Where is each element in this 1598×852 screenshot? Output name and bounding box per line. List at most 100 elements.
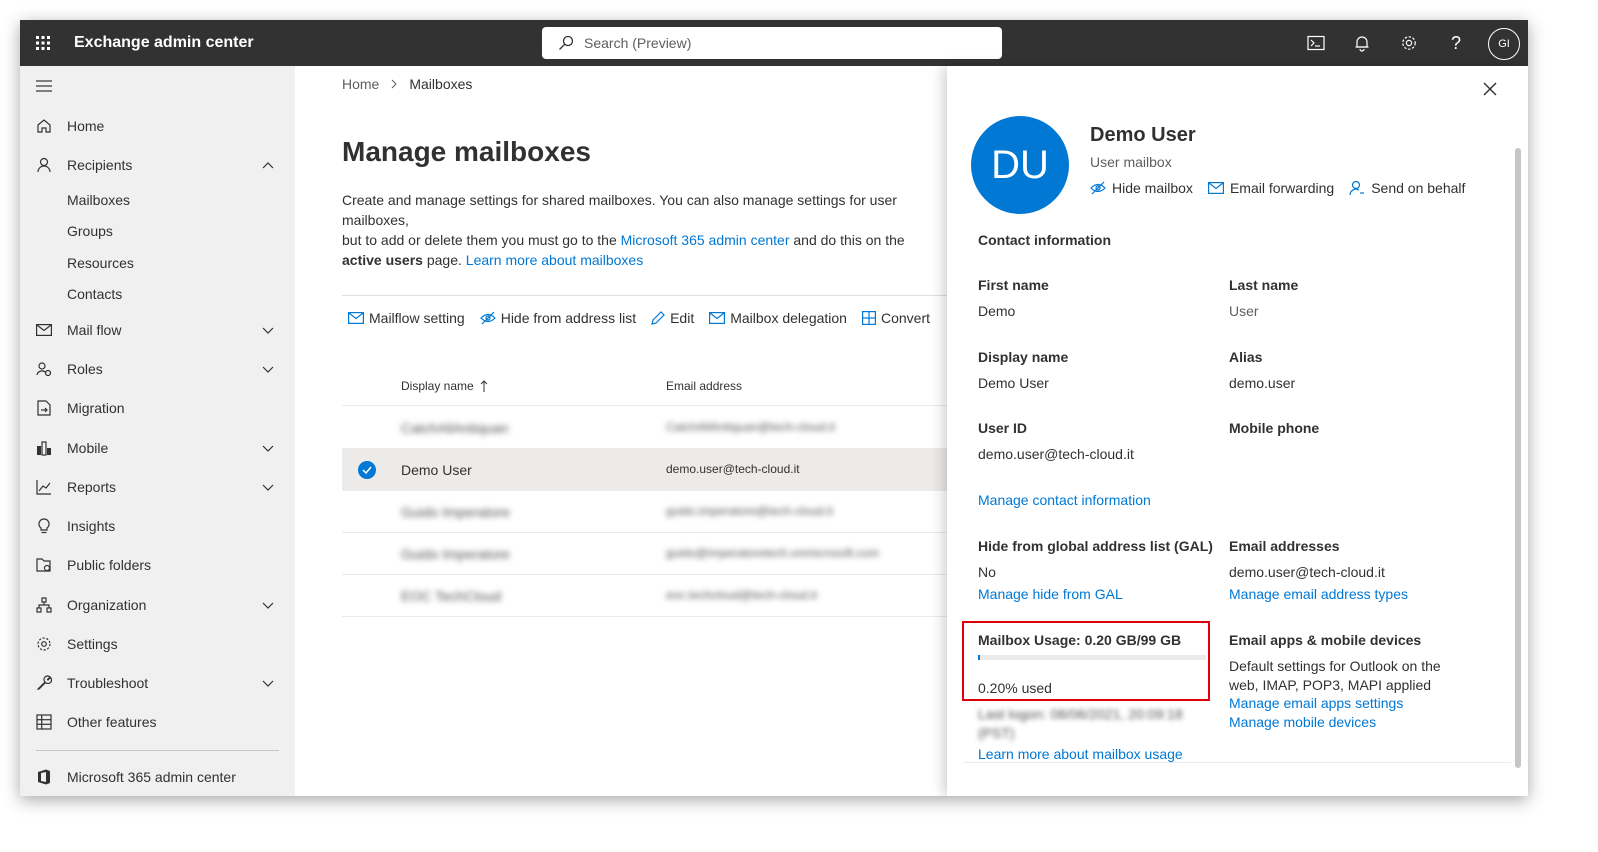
table-row[interactable]: Guido Imperatore guido.imperatore@tech-c…: [342, 491, 947, 533]
column-label: Email address: [666, 379, 743, 393]
alias-value: demo.user: [1229, 375, 1296, 391]
manage-email-types-link[interactable]: Manage email address types: [1229, 586, 1408, 602]
mail-icon: [709, 312, 726, 324]
scrollbar[interactable]: [1515, 148, 1521, 768]
usage-percent: 0.20% used: [978, 680, 1052, 696]
manage-mobile-devices-link[interactable]: Manage mobile devices: [1229, 714, 1376, 730]
bell-icon[interactable]: [1350, 31, 1374, 55]
description-text: and do this on the: [789, 232, 905, 248]
button-label: Hide mailbox: [1112, 180, 1193, 196]
sidebar-item-groups[interactable]: Groups: [67, 223, 113, 239]
hamburger-menu-button[interactable]: [20, 68, 295, 104]
first-name-value: Demo: [978, 303, 1016, 319]
search-input[interactable]: [584, 35, 964, 51]
manage-contact-info-link[interactable]: Manage contact information: [978, 492, 1151, 508]
main-content: Home Mailboxes Manage mailboxes Create a…: [295, 66, 947, 796]
edit-button[interactable]: Edit: [651, 310, 694, 326]
chevron-down-icon: [262, 680, 274, 687]
sidebar-item-mail-flow[interactable]: Mail flow: [20, 312, 295, 348]
mobile-icon: [32, 436, 56, 460]
description-text: page.: [422, 252, 466, 268]
convert-button[interactable]: Convert: [861, 310, 930, 326]
sidebar-item-insights[interactable]: Insights: [20, 508, 295, 544]
sidebar-item-resources[interactable]: Resources: [67, 255, 134, 271]
sidebar-item-public-folders[interactable]: Public folders: [20, 547, 295, 583]
avatar[interactable]: GI: [1488, 28, 1520, 60]
sidebar-item-migration[interactable]: Migration: [20, 390, 295, 426]
button-label: Send on behalf: [1371, 180, 1466, 196]
email-apps-desc: web, IMAP, POP3, MAPI applied: [1229, 677, 1432, 693]
roles-icon: [32, 357, 56, 381]
sidebar-item-settings[interactable]: Settings: [20, 626, 295, 662]
wrench-icon: [32, 671, 56, 695]
last-name-label: Last name: [1229, 277, 1299, 293]
button-label: Mailbox delegation: [730, 310, 847, 326]
learn-mailbox-usage-link[interactable]: Learn more about mailbox usage: [978, 746, 1183, 762]
user-name: Demo User: [1090, 124, 1196, 146]
sidebar-item-roles[interactable]: Roles: [20, 351, 295, 387]
email-addresses-value: demo.user@tech-cloud.it: [1229, 564, 1385, 580]
sidebar-item-mailboxes[interactable]: Mailboxes: [67, 192, 130, 208]
usage-progress-bar: [978, 655, 1206, 660]
mailbox-delegation-button[interactable]: Mailbox delegation: [709, 310, 847, 326]
email-addresses-label: Email addresses: [1229, 538, 1340, 554]
sidebar-item-troubleshoot[interactable]: Troubleshoot: [20, 665, 295, 701]
user-type: User mailbox: [1090, 154, 1172, 170]
display-name-cell: CatchAllAntiquan: [401, 420, 509, 436]
table-row[interactable]: Demo User demo.user@tech-cloud.it: [342, 449, 947, 491]
user-avatar: DU: [971, 116, 1069, 214]
mailbox-details-panel: DU Demo User User mailbox Hide mailbox E…: [947, 66, 1528, 796]
command-bar: Mailflow setting Hide from address list …: [348, 310, 945, 326]
convert-icon: [861, 311, 876, 325]
search-box[interactable]: [542, 27, 1002, 59]
email-cell: eoc.techcloud@tech-cloud.it: [666, 588, 817, 602]
sidebar-item-label: Insights: [67, 518, 116, 534]
table-row[interactable]: Guido Imperatore guido@imperatoretech.on…: [342, 533, 947, 575]
manage-hide-gal-link[interactable]: Manage hide from GAL: [978, 586, 1123, 602]
sidebar-item-reports[interactable]: Reports: [20, 469, 295, 505]
help-icon[interactable]: ?: [1444, 31, 1468, 55]
page-title: Manage mailboxes: [342, 136, 591, 167]
column-header-email[interactable]: Email address: [666, 379, 742, 393]
sidebar-item-home[interactable]: Home: [20, 108, 295, 144]
sidebar-item-recipients[interactable]: Recipients: [20, 147, 295, 183]
lightbulb-icon: [32, 514, 56, 538]
learn-more-mailboxes-link[interactable]: Learn more about mailboxes: [466, 252, 643, 268]
divider: [963, 762, 1511, 763]
sidebar-item-label: Troubleshoot: [67, 675, 149, 691]
hide-mailbox-button[interactable]: Hide mailbox: [1090, 180, 1193, 196]
table-header: Display name Email address: [342, 366, 947, 406]
description-text: Create and manage settings for shared ma…: [342, 192, 897, 228]
table-row[interactable]: EOC TechCloud eoc.techcloud@tech-cloud.i…: [342, 575, 947, 617]
sidebar-item-organization[interactable]: Organization: [20, 587, 295, 623]
gear-icon: [32, 632, 56, 656]
divider: [36, 750, 279, 751]
manage-email-apps-link[interactable]: Manage email apps settings: [1229, 695, 1403, 711]
sidebar-item-m365-admin-center[interactable]: Microsoft 365 admin center: [20, 759, 295, 795]
table-row[interactable]: CatchAllAntiquan CatchAllAntiquan@tech-c…: [342, 407, 947, 449]
breadcrumb-current: Mailboxes: [409, 76, 473, 92]
email-forwarding-button[interactable]: Email forwarding: [1207, 180, 1334, 196]
sidebar-item-other-features[interactable]: Other features: [20, 704, 295, 740]
terminal-icon[interactable]: [1304, 31, 1328, 55]
sidebar-item-contacts[interactable]: Contacts: [67, 286, 122, 302]
hide-icon: [479, 311, 496, 325]
sidebar-item-label: Roles: [67, 361, 103, 377]
sidebar-item-label: Migration: [67, 400, 125, 416]
gear-icon[interactable]: [1397, 31, 1421, 55]
m365-admin-center-link[interactable]: Microsoft 365 admin center: [621, 232, 790, 248]
breadcrumb-home[interactable]: Home: [342, 76, 379, 92]
mail-icon: [32, 318, 56, 342]
checkmark-icon[interactable]: [358, 461, 376, 479]
display-name-cell: EOC TechCloud: [401, 588, 502, 604]
chart-icon: [32, 475, 56, 499]
close-icon[interactable]: [1481, 80, 1499, 98]
hide-from-address-list-button[interactable]: Hide from address list: [479, 310, 636, 326]
sidebar-item-label: Microsoft 365 admin center: [67, 769, 236, 785]
sidebar-item-mobile[interactable]: Mobile: [20, 430, 295, 466]
mailflow-setting-button[interactable]: Mailflow setting: [348, 310, 465, 326]
app-title[interactable]: Exchange admin center: [74, 34, 254, 52]
column-header-display-name[interactable]: Display name: [401, 379, 489, 393]
app-launcher-icon[interactable]: [20, 20, 66, 66]
send-on-behalf-button[interactable]: Send on behalf: [1349, 180, 1465, 196]
